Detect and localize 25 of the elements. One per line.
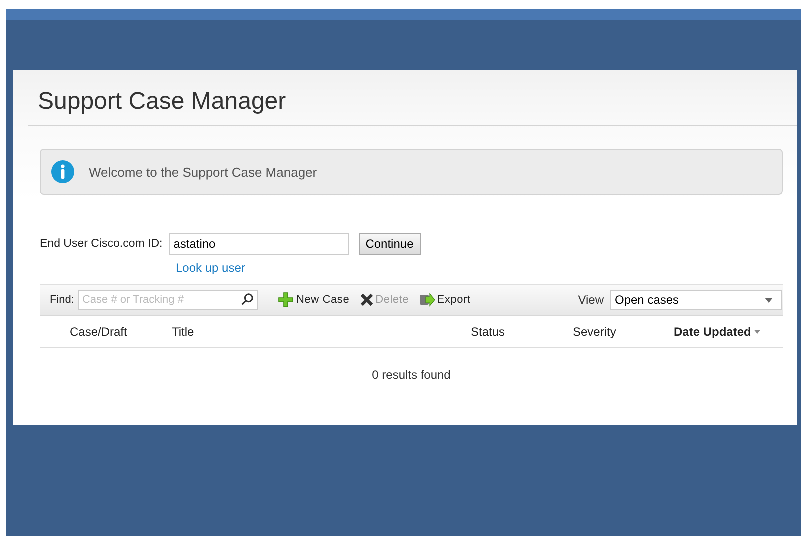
column-header[interactable]: Severity xyxy=(573,324,616,338)
find-label: Find: xyxy=(50,294,74,306)
toolbar-action-button[interactable]: New Case xyxy=(278,292,350,308)
column-header[interactable]: Case/Draft xyxy=(70,324,128,338)
continue-button[interactable]: Continue xyxy=(358,233,421,255)
column-header[interactable]: Title xyxy=(172,324,194,338)
view-dropdown[interactable]: Open cases xyxy=(610,290,782,310)
user-id-field[interactable]: astatino xyxy=(168,233,349,255)
plus-icon xyxy=(278,292,294,308)
dropdown-caret-icon xyxy=(765,298,773,302)
x-icon xyxy=(360,293,374,307)
column-header[interactable]: Status xyxy=(471,324,506,338)
export-icon xyxy=(419,293,436,307)
page-title: Support Case Manager xyxy=(38,87,288,117)
sort-caret-icon xyxy=(754,330,762,334)
look-up-user-link[interactable]: Look up user xyxy=(176,261,246,275)
user-id-label: End User Cisco.com ID: xyxy=(40,238,163,250)
column-header[interactable]: Date Updated xyxy=(674,324,762,338)
search-field[interactable]: Case # or Tracking # xyxy=(78,290,258,310)
toolbar-action-button[interactable]: Export xyxy=(419,293,471,307)
empty-message: 0 results found xyxy=(372,368,451,382)
info-icon xyxy=(51,160,75,184)
view-label: View xyxy=(578,293,604,307)
search-icon xyxy=(241,293,254,306)
welcome-message: Welcome to the Support Case Manager xyxy=(89,164,318,180)
